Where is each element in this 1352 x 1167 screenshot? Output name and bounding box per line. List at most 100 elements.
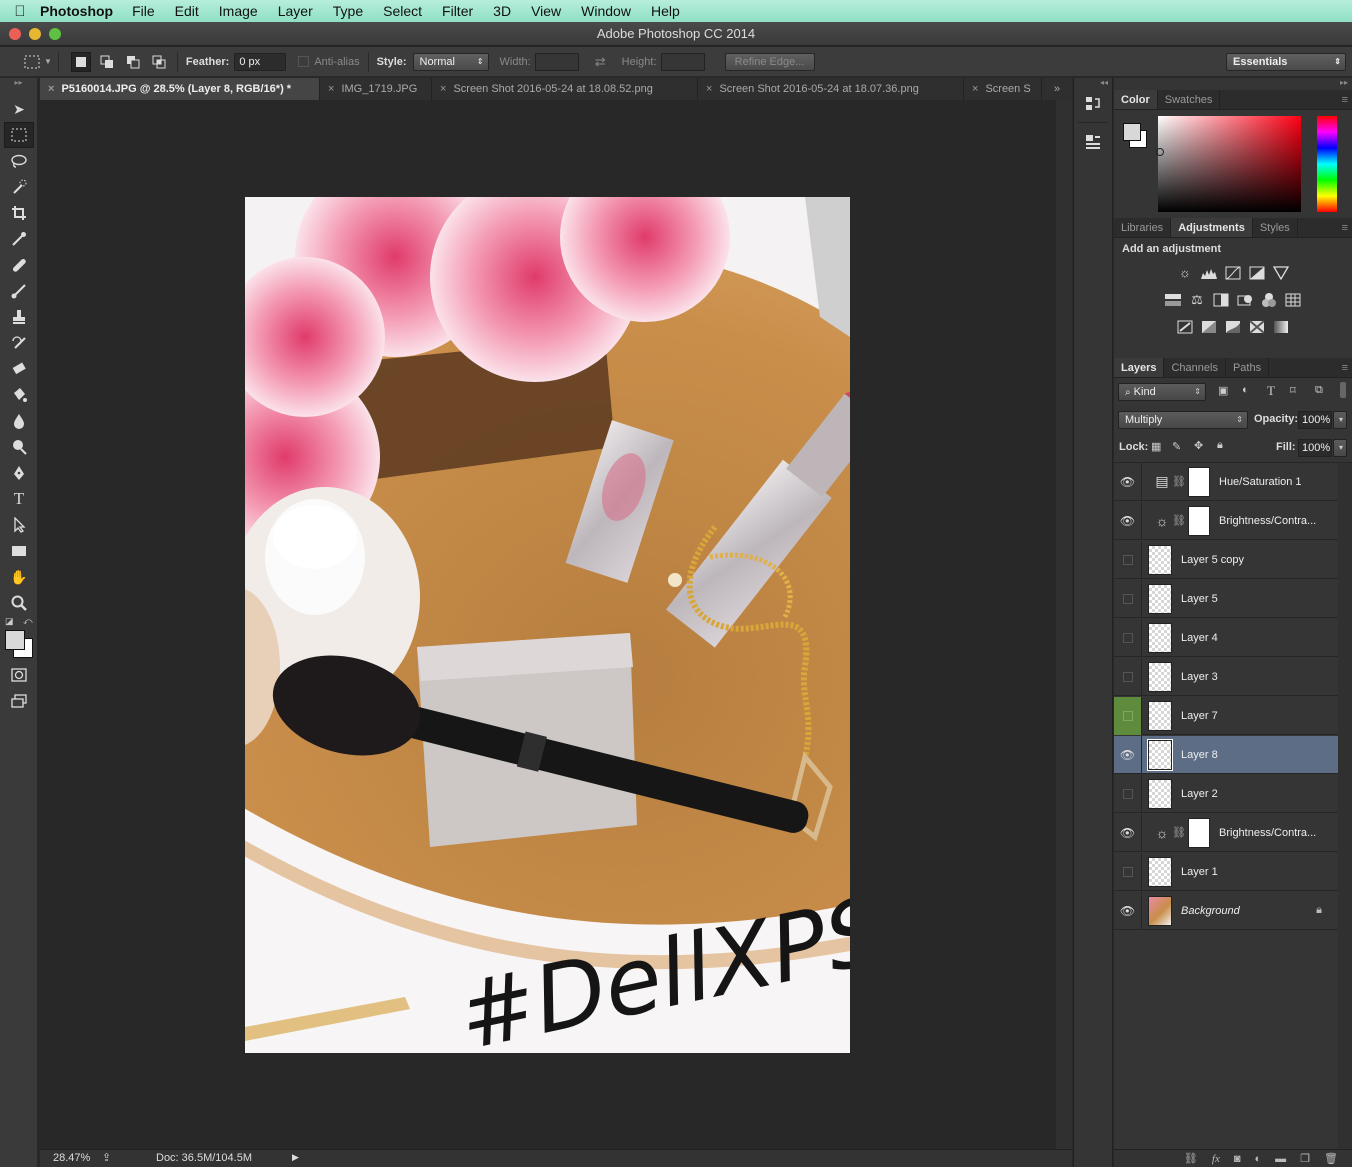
height-input[interactable] [660,52,705,71]
color-lookup-icon[interactable] [1284,292,1302,308]
pen-tool-icon[interactable] [0,460,38,486]
layer-style-icon[interactable]: fx [1212,1153,1220,1165]
add-to-selection-icon[interactable] [97,52,117,72]
marquee-tool-preset-icon[interactable] [22,52,42,72]
share-icon[interactable]: ⇪ [102,1151,111,1164]
hand-tool-icon[interactable]: ✋ [0,564,38,590]
fill-input[interactable]: 100% [1298,439,1332,457]
close-tab-icon[interactable]: × [706,83,712,95]
visibility-toggle[interactable] [1114,657,1142,696]
collapse-panels-icon[interactable]: ▸▸ [1114,78,1352,90]
paint-bucket-tool-icon[interactable] [0,382,38,408]
channel-mixer-icon[interactable] [1260,292,1278,308]
foreground-color-swatch[interactable] [5,630,25,650]
quick-mask-icon[interactable] [0,662,38,688]
posterize-icon[interactable] [1200,319,1218,335]
invert-icon[interactable] [1176,319,1194,335]
filter-shape-icon[interactable]: ⌑ [1290,384,1296,397]
properties-panel-icon[interactable] [1074,129,1112,153]
default-colors-icon[interactable]: ◪ [5,616,14,627]
layer-row-layer-4[interactable]: Layer 4 [1114,618,1338,657]
visibility-toggle[interactable] [1114,579,1142,618]
eraser-tool-icon[interactable] [0,356,38,382]
tab-channels[interactable]: Channels [1164,358,1226,377]
add-mask-icon[interactable]: ◙ [1234,1153,1241,1165]
layer-row-layer-5[interactable]: Layer 5 [1114,579,1338,618]
layer-mask-thumbnail[interactable] [1188,505,1210,536]
close-tab-icon[interactable]: × [328,83,334,95]
visibility-toggle[interactable] [1114,618,1142,657]
layer-row-layer-5-copy[interactable]: Layer 5 copy [1114,540,1338,579]
curves-icon[interactable] [1224,265,1242,281]
selective-color-icon[interactable] [1248,319,1266,335]
black-white-icon[interactable] [1212,292,1230,308]
tab-document-1[interactable]: × P5160014.JPG @ 28.5% (Layer 8, RGB/16*)… [40,78,320,100]
document-canvas[interactable]: #DellXPS [40,100,1056,1149]
visibility-toggle[interactable] [1114,774,1142,813]
tab-document-5[interactable]: × Screen S [964,78,1042,100]
menu-app[interactable]: Photoshop [40,3,113,19]
delete-layer-icon[interactable]: 🗑︎ [1324,1152,1338,1165]
tab-libraries[interactable]: Libraries [1114,218,1172,237]
eyedropper-tool-icon[interactable] [0,226,38,252]
lasso-tool-icon[interactable] [0,148,38,174]
anti-alias-checkbox[interactable] [298,56,310,67]
width-input[interactable] [534,52,579,71]
filter-type-icon[interactable]: T [1267,383,1275,399]
new-selection-icon[interactable] [70,51,91,72]
feather-input[interactable]: 0 px [234,52,287,71]
lock-transparent-pixels-icon[interactable]: ▦ [1151,440,1161,453]
tab-adjustments[interactable]: Adjustments [1171,218,1253,237]
screen-mode-icon[interactable] [0,688,38,714]
menu-view[interactable]: View [531,3,561,19]
visibility-toggle[interactable] [1114,852,1142,891]
crop-tool-icon[interactable] [0,200,38,226]
style-select[interactable]: Normal ⇕ [412,52,489,71]
rectangle-tool-icon[interactable] [0,538,38,564]
lock-image-pixels-icon[interactable]: ✎ [1172,440,1181,453]
layer-filter-kind-select[interactable]: ⌕ Kind ⇕ [1118,383,1206,401]
tab-color[interactable]: Color [1114,90,1158,109]
menu-select[interactable]: Select [383,3,422,19]
menu-3d[interactable]: 3D [493,3,511,19]
blur-tool-icon[interactable] [0,408,38,434]
fill-slider-toggle[interactable]: ▾ [1333,439,1347,457]
panel-menu-icon[interactable]: ≡ [1342,90,1352,109]
preset-dropdown-icon[interactable]: ▼ [44,57,52,66]
dodge-tool-icon[interactable] [0,434,38,460]
mask-link-icon[interactable]: ⛓ [1172,826,1186,839]
layer-row-layer-7[interactable]: Layer 7 [1114,696,1338,735]
tab-styles[interactable]: Styles [1253,218,1298,237]
more-tabs-icon[interactable]: » [1042,78,1072,100]
type-tool-icon[interactable]: T [0,486,38,512]
layer-row-layer-1[interactable]: Layer 1 [1114,852,1338,891]
levels-icon[interactable] [1200,265,1218,281]
move-tool-icon[interactable]: ➤ [0,96,38,122]
threshold-icon[interactable] [1224,319,1242,335]
tab-document-2[interactable]: × IMG_1719.JPG [320,78,432,100]
swap-colors-icon[interactable]: ⤺ [23,616,33,627]
path-selection-tool-icon[interactable] [0,512,38,538]
brightness-contrast-icon[interactable]: ☼ [1176,265,1194,281]
filter-toggle[interactable] [1340,382,1346,398]
menu-image[interactable]: Image [219,3,258,19]
color-balance-icon[interactable]: ⚖ [1188,292,1206,308]
filter-adjustment-icon[interactable]: ◐ [1242,384,1249,396]
document-image[interactable]: #DellXPS [245,197,850,1053]
exposure-icon[interactable] [1248,265,1266,281]
apple-icon[interactable]:  [0,3,40,20]
panel-menu-icon[interactable]: ≡ [1342,358,1352,377]
layer-row-brightness-contrast[interactable]: 👁︎ ☼ ⛓ Brightness/Contra... [1114,501,1338,540]
layer-row-background[interactable]: 👁︎ Background 🔒︎ [1114,891,1338,930]
visibility-eye-icon[interactable]: 👁︎ [1114,891,1142,930]
mask-link-icon[interactable]: ⛓ [1172,475,1186,488]
filter-pixel-icon[interactable]: ▣ [1218,384,1228,397]
layer-mask-thumbnail[interactable] [1188,817,1210,848]
menu-file[interactable]: File [132,3,155,19]
layer-row-brightness-contrast-2[interactable]: 👁︎ ☼ ⛓ Brightness/Contra... [1114,813,1338,852]
gradient-map-icon[interactable] [1272,319,1290,335]
color-foreground-swatch[interactable] [1123,123,1141,141]
menu-edit[interactable]: Edit [175,3,199,19]
refine-edge-button[interactable]: Refine Edge... [724,52,815,71]
clone-stamp-tool-icon[interactable] [0,304,38,330]
